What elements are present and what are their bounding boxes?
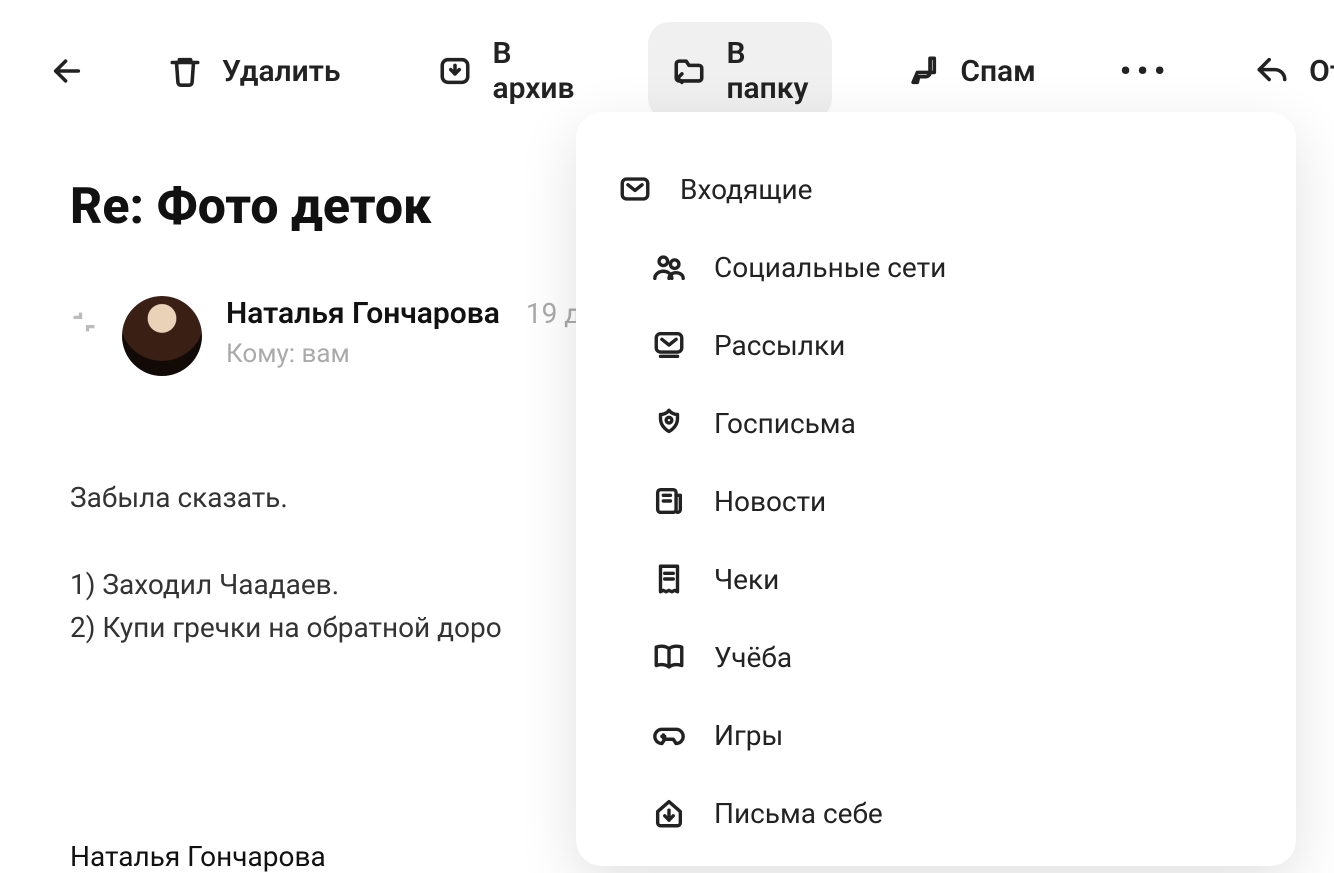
archive-label: В архив <box>492 36 574 106</box>
inbox-icon <box>618 172 652 206</box>
spam-button[interactable]: Спам <box>882 40 1059 103</box>
people-icon <box>652 250 686 284</box>
trash-icon <box>168 54 202 88</box>
arrow-left-icon <box>50 54 84 88</box>
to-line: Кому: вам <box>226 339 596 369</box>
folder-item-inbox[interactable]: Входящие <box>576 150 1296 228</box>
folder-item-receipts[interactable]: Чеки <box>576 540 1296 618</box>
folder-label: Письма себе <box>714 797 883 830</box>
gov-icon <box>652 406 686 440</box>
delete-label: Удалить <box>222 54 340 89</box>
newsletter-icon <box>652 328 686 362</box>
thumbs-down-icon <box>906 54 940 88</box>
archive-icon <box>438 54 472 88</box>
folder-label: Социальные сети <box>714 251 946 284</box>
home-mail-icon <box>652 796 686 830</box>
back-button[interactable] <box>40 40 94 102</box>
folder-label: Игры <box>714 719 783 752</box>
folder-dropdown: Входящие Социальные сети Рассылки Госпис… <box>576 112 1296 866</box>
folder-label: Новости <box>714 485 826 518</box>
thread-arrows-icon <box>70 308 98 340</box>
sender-text: Наталья Гончарова 19 де Кому: вам <box>226 296 596 369</box>
folder-move-icon <box>672 54 706 88</box>
folder-item-self[interactable]: Письма себе <box>576 774 1296 852</box>
more-button[interactable]: ••• <box>1110 40 1181 103</box>
book-icon <box>652 640 686 674</box>
folder-item-study[interactable]: Учёба <box>576 618 1296 696</box>
reply-label: Ответить <box>1309 54 1334 89</box>
news-icon <box>652 484 686 518</box>
spam-label: Спам <box>960 54 1035 89</box>
mail-body: Забыла сказать. 1) Заходил Чаадаев. 2) К… <box>70 476 630 650</box>
reply-icon <box>1255 54 1289 88</box>
folder-item-news[interactable]: Новости <box>576 462 1296 540</box>
folder-label: Чеки <box>714 563 779 596</box>
folder-item-social[interactable]: Социальные сети <box>576 228 1296 306</box>
folder-label: Рассылки <box>714 329 845 362</box>
folder-label: Госписьма <box>714 407 856 440</box>
more-icon: ••• <box>1120 54 1171 89</box>
body-line: 1) Заходил Чаадаев. <box>70 563 630 606</box>
folder-label: Учёба <box>714 641 792 674</box>
receipt-icon <box>652 562 686 596</box>
body-line: Забыла сказать. <box>70 476 630 519</box>
folder-item-games[interactable]: Игры <box>576 696 1296 774</box>
gamepad-icon <box>652 718 686 752</box>
reply-button[interactable]: Ответить <box>1231 40 1334 103</box>
folder-item-gov[interactable]: Госписьма <box>576 384 1296 462</box>
archive-button[interactable]: В архив <box>414 22 598 120</box>
sender-name[interactable]: Наталья Гончарова <box>226 296 500 331</box>
folder-label: В папку <box>726 36 808 106</box>
move-to-folder-button[interactable]: В папку <box>648 22 832 120</box>
avatar[interactable] <box>122 296 202 376</box>
delete-button[interactable]: Удалить <box>144 40 364 103</box>
folder-label: Входящие <box>680 173 813 206</box>
body-line: 2) Купи гречки на обратной доро <box>70 606 630 649</box>
folder-item-lists[interactable]: Рассылки <box>576 306 1296 384</box>
